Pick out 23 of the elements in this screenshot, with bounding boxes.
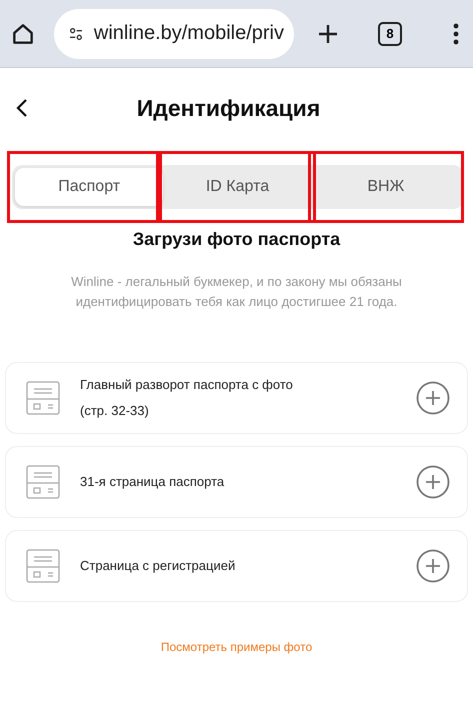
upload-card[interactable]: Страница с регистрацией	[5, 530, 468, 602]
add-icon[interactable]	[416, 381, 450, 415]
section-heading: Загрузи фото паспорта	[132, 229, 342, 250]
upload-label: Главный разворот паспорта с фото (стр. 32-33)	[80, 376, 294, 420]
upload-card[interactable]: 31-я страница паспорта	[5, 446, 468, 518]
document-icon	[26, 465, 60, 499]
page-title: Идентификация	[136, 94, 322, 122]
document-icon	[26, 381, 60, 415]
document-icon	[26, 549, 60, 583]
upload-label: Страница с регистрацией	[80, 557, 236, 575]
add-icon[interactable]	[416, 465, 450, 499]
url-text: winline.by/mobile/priv	[94, 22, 284, 45]
upload-card[interactable]: Главный разворот паспорта с фото (стр. 32-33)	[5, 362, 468, 434]
address-field[interactable]: winline.by/mobile/priv	[54, 8, 294, 58]
menu-icon[interactable]	[453, 22, 459, 46]
document-tab[interactable]: ID Карта	[163, 168, 312, 206]
tab-count-button[interactable]: 8	[378, 22, 402, 46]
document-tab[interactable]: ВНЖ	[312, 168, 460, 206]
upload-label: 31-я страница паспорта	[80, 473, 226, 491]
description-text: Winline - легальный букмекер, и по закону мы обязаны идентифицировать тебя как лицо достигшее 21 года.	[70, 273, 403, 311]
document-tab[interactable]: Паспорт	[15, 168, 164, 206]
back-icon[interactable]	[16, 98, 28, 118]
add-icon[interactable]	[416, 549, 450, 583]
